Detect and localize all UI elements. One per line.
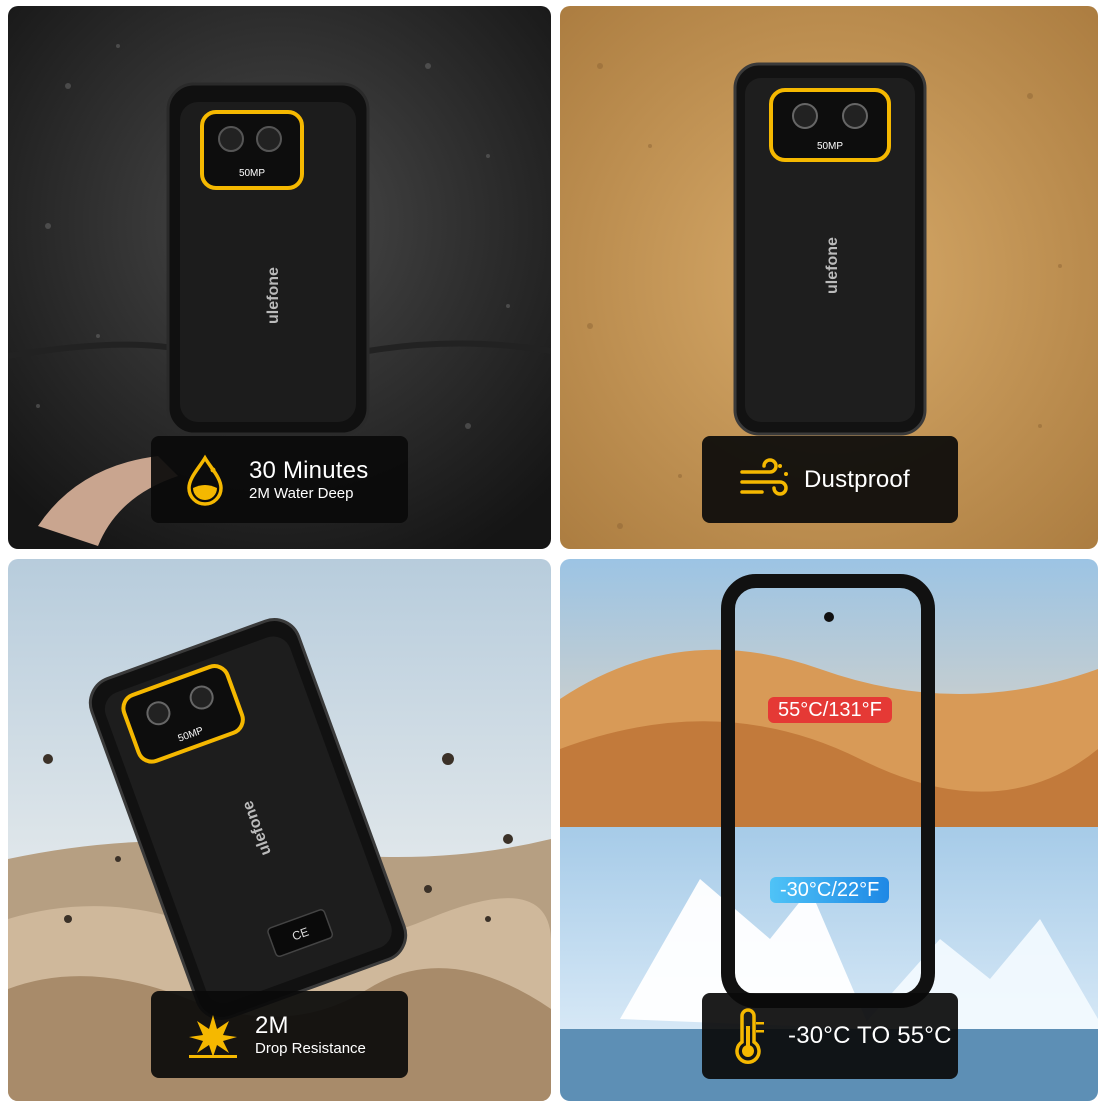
badge-main-text: -30°C TO 55°C [788,1022,952,1049]
waterproof-badge: 30 Minutes 2M Water Deep [151,436,408,523]
badge-main-text: 30 Minutes [249,456,369,484]
drop-resistance-panel: 50MP ulefone CE 2M Drop Resistance [8,559,551,1101]
feature-grid: 50MP ulefone 30 Minutes 2M Water Deep 50… [0,0,1098,1101]
wind-dust-icon [732,448,796,512]
high-temperature-label: 55°C/131°F [768,697,892,723]
brand-logo: ulefone [824,237,841,294]
temperature-panel: 55°C/131°F -30°C/22°F -30°C TO 55°C [560,559,1098,1101]
thermometer-icon [716,1004,780,1068]
badge-sub-text: 2M Water Deep [249,484,354,502]
brand-logo: ulefone [265,267,282,324]
impact-burst-icon [181,1003,245,1067]
camera-label: 50MP [239,168,265,179]
badge-main-text: 2M [255,1011,289,1039]
badge-main-text: Dustproof [804,465,910,493]
drop-resistance-badge: 2M Drop Resistance [151,991,408,1078]
dustproof-badge: Dustproof [702,436,958,523]
camera-label: 50MP [817,141,843,152]
dustproof-panel: 50MP ulefone Dustproof [560,6,1098,549]
low-temperature-label: -30°C/22°F [770,877,890,903]
water-drop-icon [173,448,237,512]
temperature-badge: -30°C TO 55°C [702,993,958,1079]
waterproof-panel: 50MP ulefone 30 Minutes 2M Water Deep [8,6,551,549]
badge-sub-text: Drop Resistance [255,1039,366,1057]
